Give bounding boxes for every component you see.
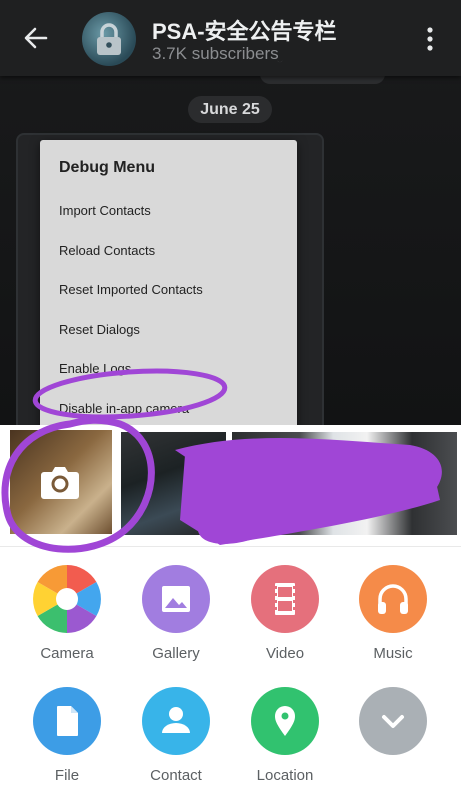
channel-header: PSA-安全公告专栏 3.7K subscribers: [0, 0, 461, 76]
chevron-down-icon: [359, 687, 427, 755]
menu-item-reset-imported-contacts[interactable]: Reset Imported Contacts: [59, 282, 203, 297]
menu-item-reset-dialogs[interactable]: Reset Dialogs: [59, 322, 140, 337]
menu-item-enable-logs[interactable]: Enable Logs: [59, 361, 131, 376]
menu-item-reload-contacts[interactable]: Reload Contacts: [59, 243, 155, 258]
sheet-divider: [0, 546, 461, 547]
previous-message-meta: ◔: [276, 60, 376, 76]
debug-menu-title: Debug Menu: [59, 159, 155, 176]
attach-more-button[interactable]: [343, 687, 443, 755]
more-options-icon[interactable]: [420, 26, 440, 52]
attach-option-label: Video: [265, 645, 305, 662]
film-icon: [251, 565, 319, 633]
attach-location-button[interactable]: Location: [235, 687, 335, 784]
padlock-icon: [97, 23, 121, 55]
file-icon: [33, 687, 101, 755]
attach-option-label: Contact: [150, 767, 202, 784]
pin-icon: [251, 687, 319, 755]
attach-option-label: Gallery: [152, 645, 200, 662]
headphones-icon: [359, 565, 427, 633]
aperture-icon: [33, 565, 101, 633]
channel-title[interactable]: PSA-安全公告专栏: [152, 14, 337, 46]
menu-item-import-contacts[interactable]: Import Contacts: [59, 203, 151, 218]
menu-item-disable-in-app-camera[interactable]: Disable in-app camera: [59, 401, 189, 416]
back-arrow-icon[interactable]: [22, 24, 50, 52]
attach-option-label: File: [54, 767, 80, 784]
attach-contact-button[interactable]: Contact: [126, 687, 226, 784]
gallery-thumbnail[interactable]: [232, 432, 457, 535]
attach-file-button[interactable]: File: [17, 687, 117, 784]
attach-option-label: Location: [256, 767, 314, 784]
channel-avatar[interactable]: [82, 12, 136, 66]
person-icon: [142, 687, 210, 755]
attach-gallery-button[interactable]: Gallery: [126, 565, 226, 662]
attach-video-button[interactable]: Video: [235, 565, 335, 662]
attach-camera-button[interactable]: Camera: [17, 565, 117, 662]
gallery-thumbnail[interactable]: [121, 432, 226, 535]
subscriber-count: 3.7K subscribers: [152, 44, 279, 63]
date-chip: June 25: [188, 96, 272, 123]
camera-icon: [41, 467, 79, 499]
debug-menu: Debug Menu Import Contacts Reload Contac…: [40, 140, 297, 430]
attach-option-label: Music: [373, 645, 413, 662]
attach-option-label: Camera: [40, 645, 94, 662]
attach-music-button[interactable]: Music: [343, 565, 443, 662]
image-icon: [142, 565, 210, 633]
